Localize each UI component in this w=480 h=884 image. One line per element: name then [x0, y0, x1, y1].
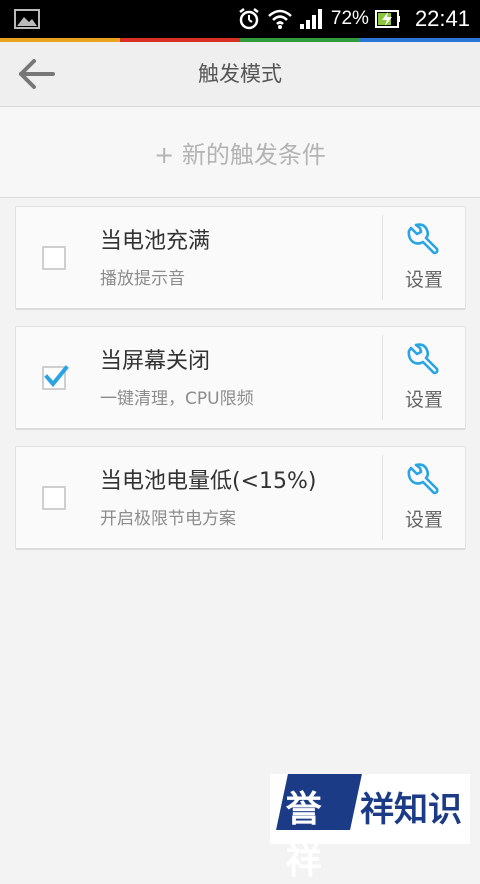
trigger-card-screen-off[interactable]: 当屏幕关闭 一键清理，CPU限频 设置 — [15, 326, 466, 430]
wifi-icon — [268, 9, 292, 29]
new-trigger-label: + 新的触发条件 — [154, 140, 326, 169]
clock: 22:41 — [414, 6, 470, 31]
checkmark-icon — [44, 365, 69, 388]
trigger-title: 当屏幕关闭 — [100, 349, 211, 374]
watermark-text: 祥知识 — [360, 790, 462, 830]
trigger-card-battery-full[interactable]: 当电池充满 播放提示音 设置 — [15, 206, 466, 310]
trigger-title: 当电池电量低(<15%) — [100, 469, 317, 494]
status-bar: 72% 22:41 — [0, 0, 480, 38]
alarm-icon — [239, 8, 259, 30]
wrench-icon — [407, 463, 439, 495]
settings-label: 设置 — [404, 269, 443, 291]
trigger-card-battery-low[interactable]: 当电池电量低(<15%) 开启极限节电方案 设置 — [15, 446, 466, 550]
new-trigger-button[interactable]: + 新的触发条件 — [0, 107, 480, 198]
trigger-subtitle: 一键清理，CPU限频 — [100, 389, 254, 409]
trigger-checkbox-checked[interactable] — [42, 365, 69, 390]
trigger-checkbox[interactable] — [42, 246, 66, 270]
watermark-logo: 誉祥 祥知识 — [270, 774, 470, 882]
settings-button[interactable]: 设置 — [383, 447, 465, 548]
trigger-checkbox[interactable] — [42, 486, 66, 510]
settings-button[interactable]: 设置 — [383, 327, 465, 428]
action-bar: 触发模式 — [0, 42, 480, 107]
gallery-notification-icon — [14, 9, 40, 29]
settings-label: 设置 — [404, 509, 443, 531]
wrench-icon — [407, 223, 439, 255]
signal-icon — [299, 9, 322, 29]
battery-percent: 72% — [330, 8, 369, 29]
watermark-stamp: 誉祥 — [276, 774, 362, 882]
trigger-subtitle: 开启极限节电方案 — [100, 509, 236, 529]
trigger-subtitle: 播放提示音 — [100, 269, 185, 289]
battery-charging-icon — [374, 10, 400, 28]
settings-button[interactable]: 设置 — [383, 207, 465, 308]
page-title: 触发模式 — [198, 62, 282, 86]
settings-label: 设置 — [404, 389, 443, 411]
trigger-list: 当电池充满 播放提示音 设置 当屏幕关闭 一键清理，CPU限频 设置 当电池电量… — [15, 206, 466, 566]
wrench-icon — [407, 343, 439, 375]
trigger-title: 当电池充满 — [100, 229, 211, 254]
